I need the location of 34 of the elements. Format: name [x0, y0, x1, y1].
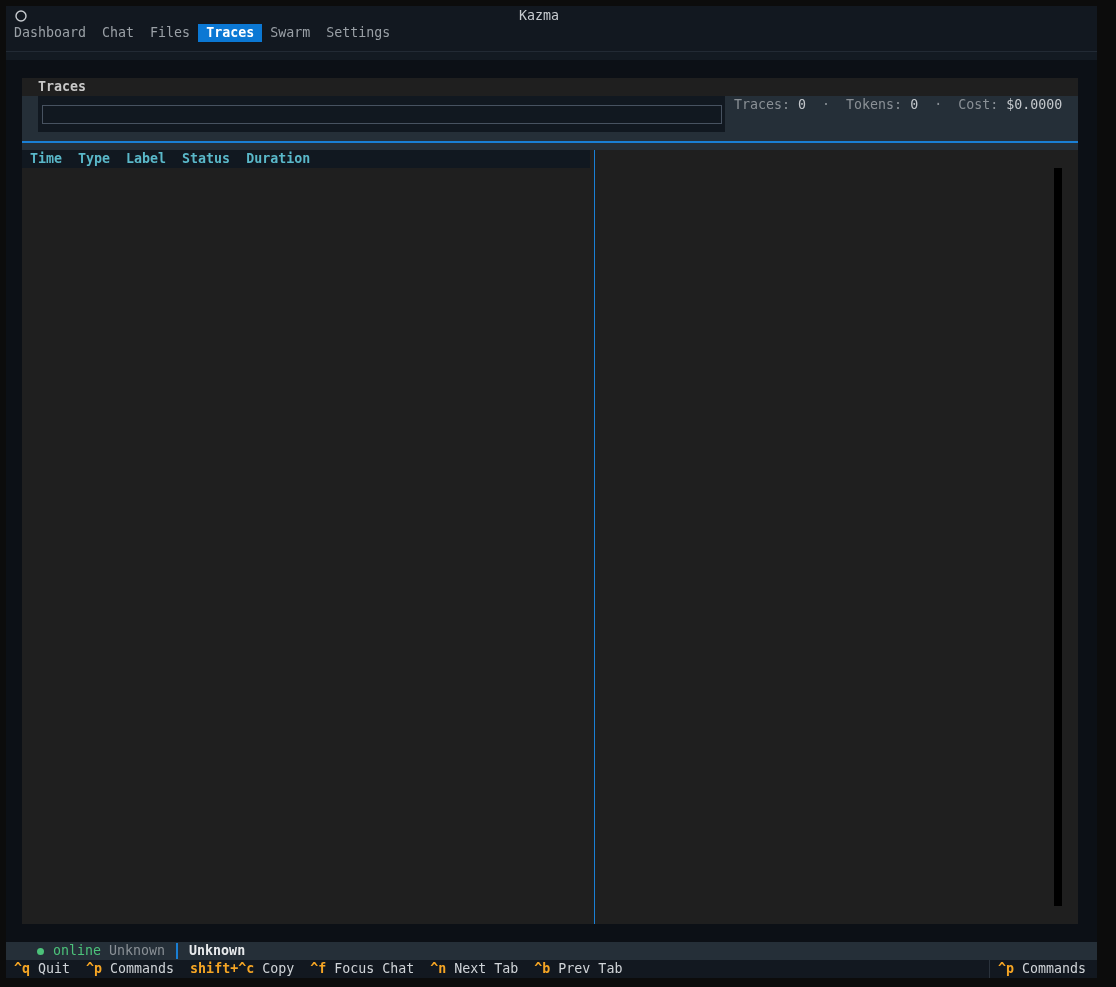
stat-value: 0 [910, 96, 919, 114]
connection-status: online [53, 942, 102, 960]
agent-name: Unknown [189, 942, 246, 960]
tab[interactable]: Settings [318, 24, 399, 42]
circle-icon[interactable] [15, 10, 27, 22]
separator-dot: · [822, 96, 831, 114]
shortcut-button[interactable]: ^f Focus Chat [302, 960, 423, 978]
panel-title: Traces [38, 78, 87, 96]
stat-label: Tokens: [846, 96, 903, 114]
scrollbar-thumb[interactable] [1054, 168, 1062, 906]
tab[interactable]: Dashboard [6, 24, 95, 42]
stat-value: 0 [798, 96, 807, 114]
shortcut-button[interactable]: shift+^c Copy [182, 960, 303, 978]
shortcut-button[interactable]: ^p Commands [78, 960, 183, 978]
column-header: Type [78, 150, 111, 168]
column-header: Time [30, 150, 63, 168]
search-field[interactable] [42, 105, 722, 124]
column-header: Duration [246, 150, 311, 168]
window-title: Kazma [519, 7, 560, 25]
shortcut-button[interactable]: ^q Quit [6, 960, 79, 978]
tab[interactable]: Files [142, 24, 199, 42]
tab[interactable]: Swarm [262, 24, 319, 42]
shortcut-button[interactable]: ^p Commands [989, 960, 1094, 978]
shortcut-button[interactable]: ^b Prev Tab [526, 960, 631, 978]
separator-dot: · [934, 96, 943, 114]
shortcut-button[interactable]: ^n Next Tab [422, 960, 527, 978]
column-header: Label [126, 150, 167, 168]
model-name: Unknown [109, 942, 166, 960]
stat-value: $0.0000 [1006, 96, 1063, 114]
tab[interactable]: Traces [198, 24, 263, 42]
stat-label: Traces: [734, 96, 791, 114]
column-header: Status [182, 150, 231, 168]
tab[interactable]: Chat [94, 24, 143, 42]
stat-label: Cost: [958, 96, 999, 114]
